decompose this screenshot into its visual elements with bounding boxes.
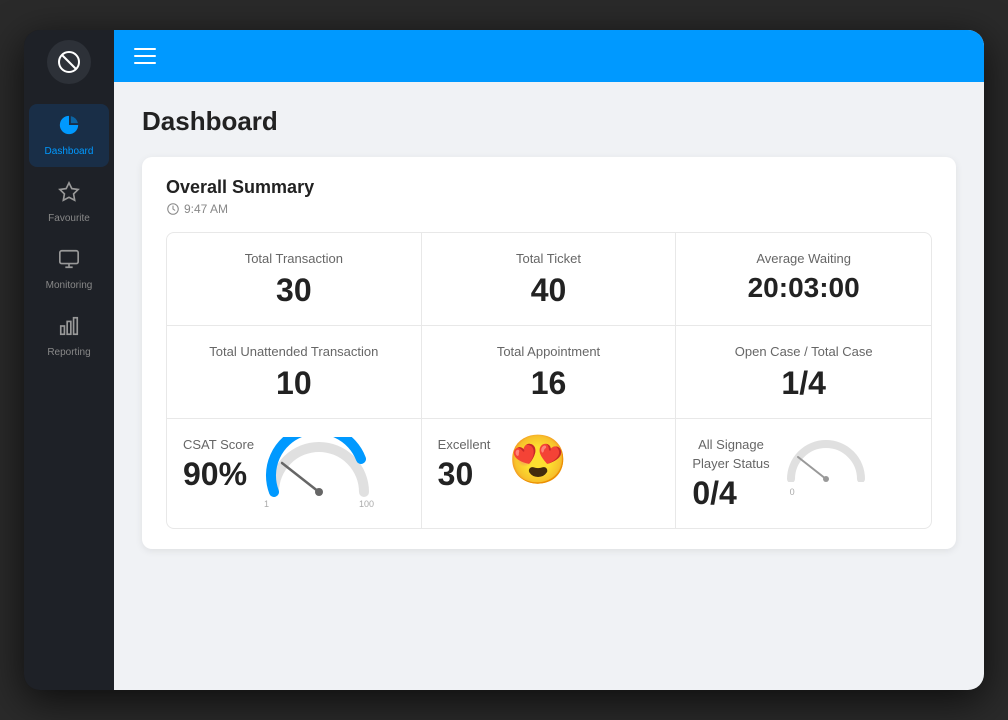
- bar-chart-icon: [58, 315, 80, 343]
- signage-label1: All Signage: [692, 437, 769, 452]
- signage-value: 0/4: [692, 475, 769, 512]
- sidebar-item-reporting[interactable]: Reporting: [29, 305, 109, 368]
- sidebar-nav: Dashboard Favourite Mon: [24, 104, 114, 368]
- sidebar-item-monitoring[interactable]: Monitoring: [29, 238, 109, 301]
- hamburger-line-1: [134, 48, 156, 50]
- stat-total-ticket-label: Total Ticket: [516, 251, 581, 266]
- gauge-svg: [264, 437, 374, 497]
- main-area: Dashboard Overall Summary 9:47 AM: [114, 30, 984, 690]
- sidebar-item-favourite[interactable]: Favourite: [29, 171, 109, 234]
- excellent-value: 30: [438, 456, 491, 493]
- stat-open-case-value: 1/4: [781, 365, 825, 402]
- app-logo: [47, 40, 91, 84]
- sidebar-item-dashboard[interactable]: Dashboard: [29, 104, 109, 167]
- stat-average-waiting: Average Waiting 20:03:00: [676, 233, 931, 326]
- sidebar-item-favourite-label: Favourite: [48, 213, 90, 224]
- stats-grid: Total Transaction 30 Total Ticket 40 Ave…: [166, 232, 932, 529]
- stat-total-transaction-label: Total Transaction: [245, 251, 343, 266]
- hamburger-line-3: [134, 62, 156, 64]
- excellent-text-group: Excellent 30: [438, 437, 491, 493]
- signage-text-group: All Signage Player Status 0/4: [692, 437, 769, 512]
- hamburger-line-2: [134, 55, 156, 57]
- stat-total-ticket-value: 40: [531, 272, 567, 309]
- stat-total-unattended-label: Total Unattended Transaction: [209, 344, 378, 359]
- signage-gauge: 0: [786, 437, 866, 497]
- gauge-max-label: 100: [359, 499, 374, 509]
- excellent-emoji: 😍: [508, 437, 568, 485]
- sidebar-item-dashboard-label: Dashboard: [45, 146, 94, 157]
- summary-title: Overall Summary: [166, 177, 932, 198]
- stat-csat: CSAT Score 90%: [167, 419, 422, 528]
- hamburger-button[interactable]: [134, 48, 156, 64]
- summary-card: Overall Summary 9:47 AM Total Transactio…: [142, 157, 956, 549]
- monitor-icon: [58, 248, 80, 276]
- content-area: Dashboard Overall Summary 9:47 AM: [114, 82, 984, 690]
- stat-open-case: Open Case / Total Case 1/4: [676, 326, 931, 419]
- star-icon: [58, 181, 80, 209]
- topbar: [114, 30, 984, 82]
- sidebar-item-reporting-label: Reporting: [47, 347, 90, 358]
- stat-signage: All Signage Player Status 0/4 0: [676, 419, 931, 528]
- stat-total-transaction-value: 30: [276, 272, 312, 309]
- stat-total-appointment-label: Total Appointment: [497, 344, 600, 359]
- clock-icon: [166, 202, 180, 216]
- stat-total-transaction: Total Transaction 30: [167, 233, 422, 326]
- sidebar-item-monitoring-label: Monitoring: [46, 280, 93, 291]
- signage-label2: Player Status: [692, 456, 769, 471]
- chart-pie-icon: [58, 114, 80, 142]
- summary-time: 9:47 AM: [166, 202, 932, 216]
- device-frame: Dashboard Favourite Mon: [24, 30, 984, 690]
- stat-average-waiting-value: 20:03:00: [748, 272, 860, 304]
- gauge-min-label: 1: [264, 499, 269, 509]
- csat-value: 90%: [183, 456, 254, 493]
- stat-total-appointment-value: 16: [531, 365, 567, 402]
- stat-average-waiting-label: Average Waiting: [756, 251, 851, 266]
- stat-total-unattended: Total Unattended Transaction 10: [167, 326, 422, 419]
- sidebar: Dashboard Favourite Mon: [24, 30, 114, 690]
- page-title: Dashboard: [142, 106, 956, 137]
- summary-header: Overall Summary 9:47 AM: [166, 177, 932, 216]
- signage-gauge-svg: [786, 437, 866, 482]
- stat-open-case-label: Open Case / Total Case: [735, 344, 873, 359]
- stat-excellent: Excellent 30 😍: [422, 419, 677, 528]
- gauge-chart: 1 100: [264, 437, 374, 509]
- gauge-container: [264, 437, 374, 497]
- excellent-label: Excellent: [438, 437, 491, 452]
- csat-text-group: CSAT Score 90%: [183, 437, 254, 493]
- stat-total-appointment: Total Appointment 16: [422, 326, 677, 419]
- gauge-labels: 1 100: [264, 499, 374, 509]
- time-value: 9:47 AM: [184, 202, 228, 216]
- stat-total-ticket: Total Ticket 40: [422, 233, 677, 326]
- signage-gauge-label: 0: [790, 487, 866, 497]
- stat-total-unattended-value: 10: [276, 365, 312, 402]
- csat-label: CSAT Score: [183, 437, 254, 452]
